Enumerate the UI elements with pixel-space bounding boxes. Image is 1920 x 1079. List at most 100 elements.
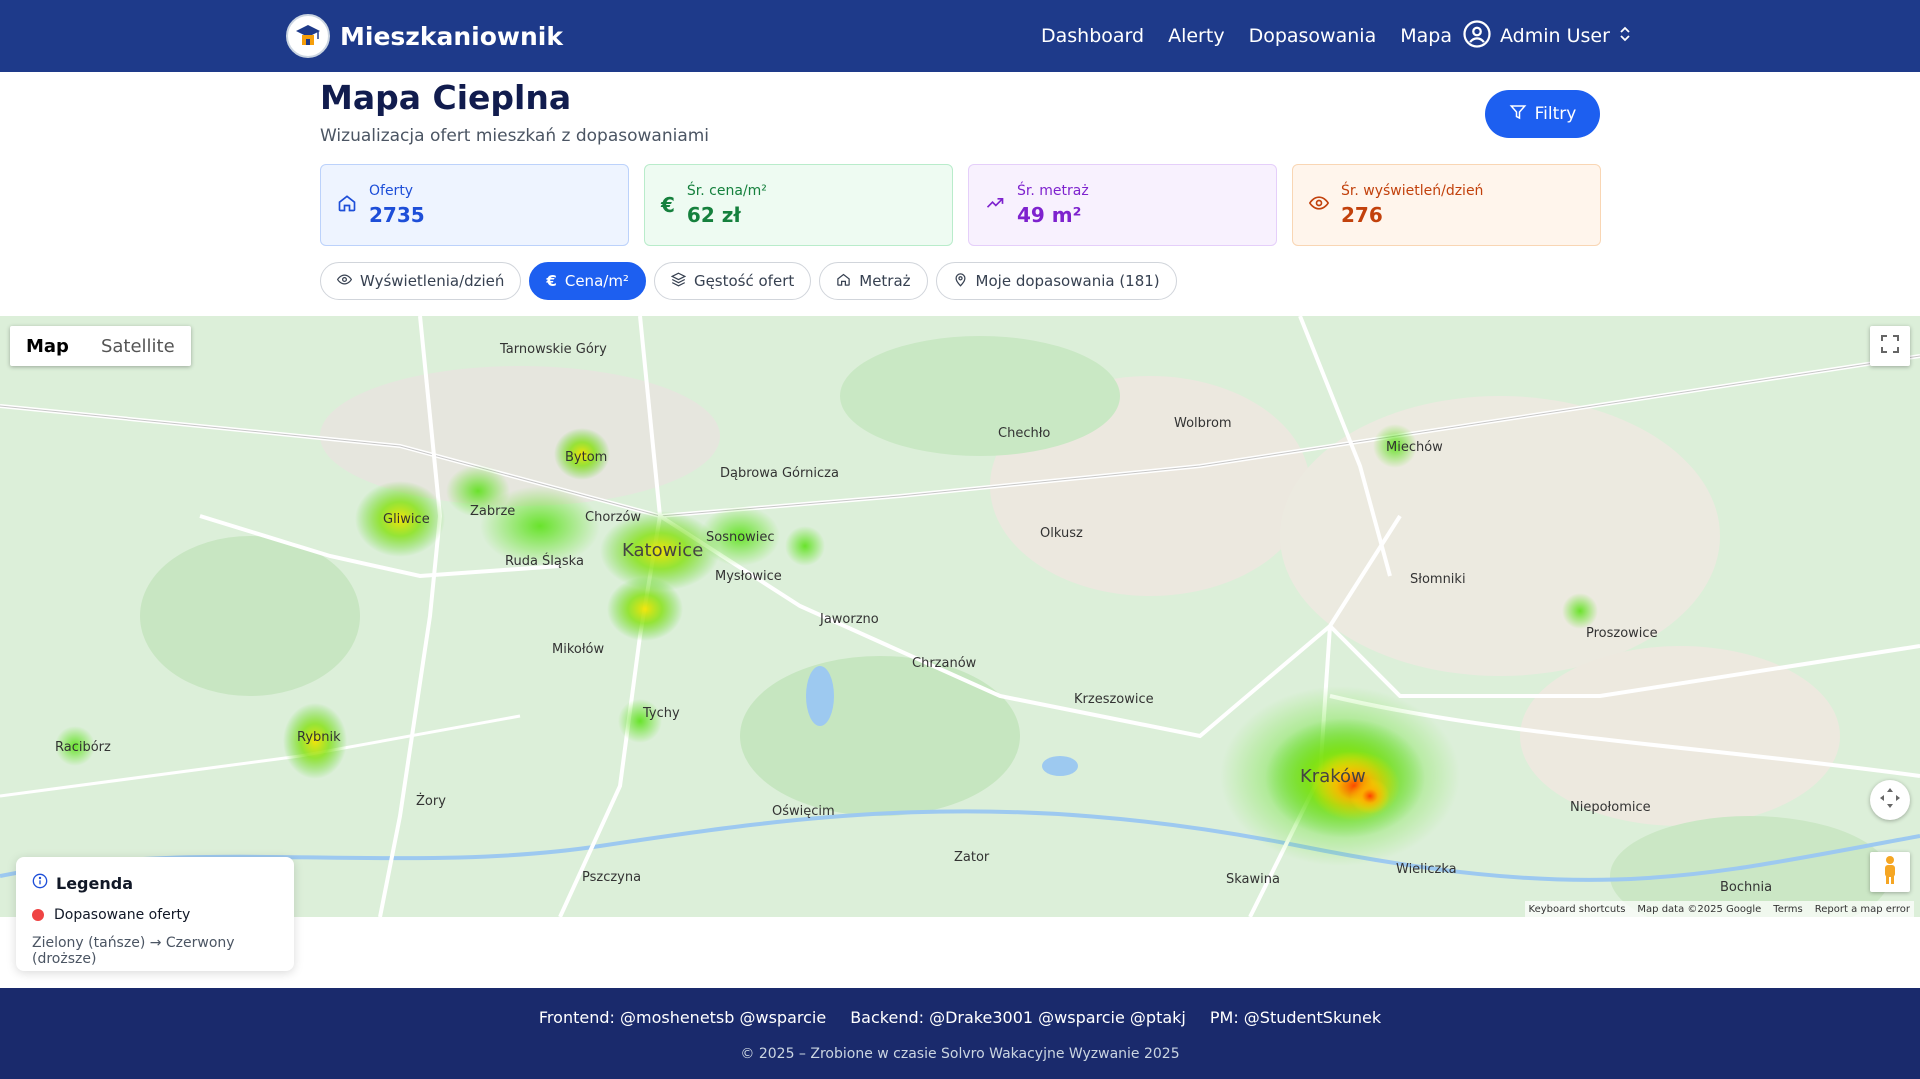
city-label: Pszczyna [582, 870, 642, 885]
map-type-map-button[interactable]: Map [10, 326, 85, 366]
navbar: Mieszkaniownik Dashboard Alerty Dopasowa… [0, 0, 1920, 72]
legend-item-label: Dopasowane oferty [54, 907, 191, 923]
logo-icon [286, 14, 330, 58]
nav-link-alerts[interactable]: Alerty [1168, 25, 1224, 47]
map-data-text: Map data ©2025 Google [1637, 903, 1762, 915]
stat-label: Śr. cena/m² [686, 183, 767, 199]
city-label: Mikołów [552, 642, 605, 657]
nav-link-matches[interactable]: Dopasowania [1249, 25, 1377, 47]
stat-value: 49 m² [1017, 203, 1082, 227]
pan-arrows-icon [1879, 787, 1901, 813]
stat-value: 276 [1341, 203, 1383, 227]
city-label: Chorzów [585, 510, 642, 525]
city-label: Wolbrom [1174, 416, 1232, 431]
city-label: Jaworzno [820, 612, 879, 627]
heatmap-map[interactable]: Tarnowskie Góry Bytom Zabrze Gliwice Cho… [0, 316, 1920, 917]
user-name: Admin User [1500, 25, 1610, 47]
heatmap-tabs: Wyświetlenia/dzień € Cena/m² Gęstość ofe… [320, 262, 1177, 300]
footer-copyright: © 2025 – Zrobione w czasie Solvro Wakacy… [740, 1046, 1180, 1062]
tab-density[interactable]: Gęstość ofert [653, 262, 812, 300]
city-label: Wieliczka [1396, 862, 1457, 877]
eye-icon [336, 272, 353, 291]
layers-icon [670, 272, 687, 291]
filter-label: Filtry [1534, 104, 1577, 124]
map-type-satellite-button[interactable]: Satellite [85, 326, 191, 366]
footer-credit-frontend: Frontend: @moshenetsb @wsparcie [538, 1008, 827, 1027]
tab-label: Gęstość ofert [693, 272, 795, 290]
city-label: Proszowice [1586, 626, 1658, 641]
tab-area[interactable]: Metraż [819, 262, 928, 300]
city-label: Bytom [565, 450, 608, 465]
report-error-link[interactable]: Report a map error [1815, 904, 1910, 915]
stat-label: Śr. metraż [1017, 183, 1089, 199]
home-icon [836, 272, 851, 291]
chevron-up-down-icon [1618, 25, 1632, 48]
brand-name: Mieszkaniownik [340, 21, 563, 51]
terms-link[interactable]: Terms [1773, 904, 1802, 915]
stat-card-price: € Śr. cena/m² 62 zł [644, 164, 953, 246]
fullscreen-icon [1881, 335, 1899, 357]
euro-icon: € [661, 193, 675, 217]
fullscreen-button[interactable] [1870, 326, 1910, 366]
stat-card-offers: Oferty 2735 [320, 164, 629, 246]
legend-note: Zielony (tańsze) → Czerwony (droższe) [32, 935, 235, 967]
footer-credits: Frontend: @moshenetsb @wsparcie Backend:… [0, 1008, 1920, 1027]
footer-credit-pm: PM: @StudentSkunek [1209, 1008, 1382, 1027]
legend-title: Legenda [32, 873, 278, 893]
city-label: Zabrze [470, 504, 516, 519]
tab-label: Moje dopasowania (181) [975, 272, 1160, 290]
tab-label: Metraż [859, 272, 911, 290]
legend-item: Dopasowane oferty [32, 907, 278, 923]
camera-control-button[interactable] [1870, 780, 1910, 820]
euro-icon: € [546, 272, 557, 290]
page-subtitle: Wizualizacja ofert mieszkań z dopasowani… [320, 126, 710, 146]
stat-value: 2735 [369, 203, 425, 227]
city-label: Skawina [1226, 872, 1280, 887]
keyboard-shortcuts-link[interactable]: Keyboard shortcuts [1529, 904, 1626, 915]
city-label: Słomniki [1410, 572, 1466, 587]
map-base [0, 316, 1920, 917]
city-label: Krzeszowice [1074, 692, 1154, 707]
city-label: Katowice [622, 540, 704, 561]
city-label: Gliwice [383, 512, 430, 527]
brand[interactable]: Mieszkaniownik [286, 14, 563, 58]
city-label: Oświęcim [772, 804, 835, 819]
city-label: Tarnowskie Góry [500, 342, 607, 357]
city-label: Tychy [643, 706, 680, 721]
city-label: Ruda Śląska [505, 554, 584, 569]
stat-label: Śr. wyświetleń/dzień [1341, 183, 1484, 199]
nav-link-map[interactable]: Mapa [1400, 25, 1452, 47]
city-label: Zator [954, 850, 990, 865]
user-menu[interactable]: Admin User [1462, 0, 1632, 72]
city-label: Mysłowice [715, 569, 782, 584]
legend-title-text: Legenda [56, 873, 133, 893]
stat-value: 62 zł [686, 203, 741, 227]
map-legend: Legenda Dopasowane oferty Zielony (tańsz… [16, 857, 294, 971]
city-label: Niepołomice [1570, 800, 1651, 815]
city-label: Dąbrowa Górnicza [720, 466, 839, 481]
filter-button[interactable]: Filtry [1485, 90, 1600, 138]
map-attribution: Keyboard shortcuts Map data ©2025 Google… [1524, 901, 1914, 917]
info-icon [32, 873, 48, 893]
home-icon [337, 193, 357, 217]
stat-label: Oferty [369, 183, 414, 199]
nav-links: Dashboard Alerty Dopasowania Mapa [1041, 0, 1452, 72]
pegman-icon [1881, 855, 1899, 889]
tab-my-matches[interactable]: Moje dopasowania (181) [935, 262, 1177, 300]
tab-views[interactable]: Wyświetlenia/dzień [320, 262, 522, 300]
tab-label: Wyświetlenia/dzień [360, 272, 505, 290]
city-label: Kraków [1300, 766, 1366, 787]
red-dot-icon [32, 909, 44, 921]
filter-icon [1509, 103, 1527, 126]
city-label: Miechów [1386, 440, 1443, 455]
city-label: Żory [416, 794, 446, 809]
stat-card-views: Śr. wyświetleń/dzień 276 [1292, 164, 1601, 246]
city-label: Rybnik [297, 730, 341, 745]
tab-price[interactable]: € Cena/m² [529, 262, 646, 300]
city-label: Bochnia [1720, 880, 1773, 895]
nav-link-dashboard[interactable]: Dashboard [1041, 25, 1144, 47]
tab-label: Cena/m² [564, 272, 629, 290]
city-label: Chrzanów [912, 656, 977, 671]
street-view-button[interactable] [1870, 852, 1910, 892]
stat-card-area: Śr. metraż 49 m² [968, 164, 1277, 246]
